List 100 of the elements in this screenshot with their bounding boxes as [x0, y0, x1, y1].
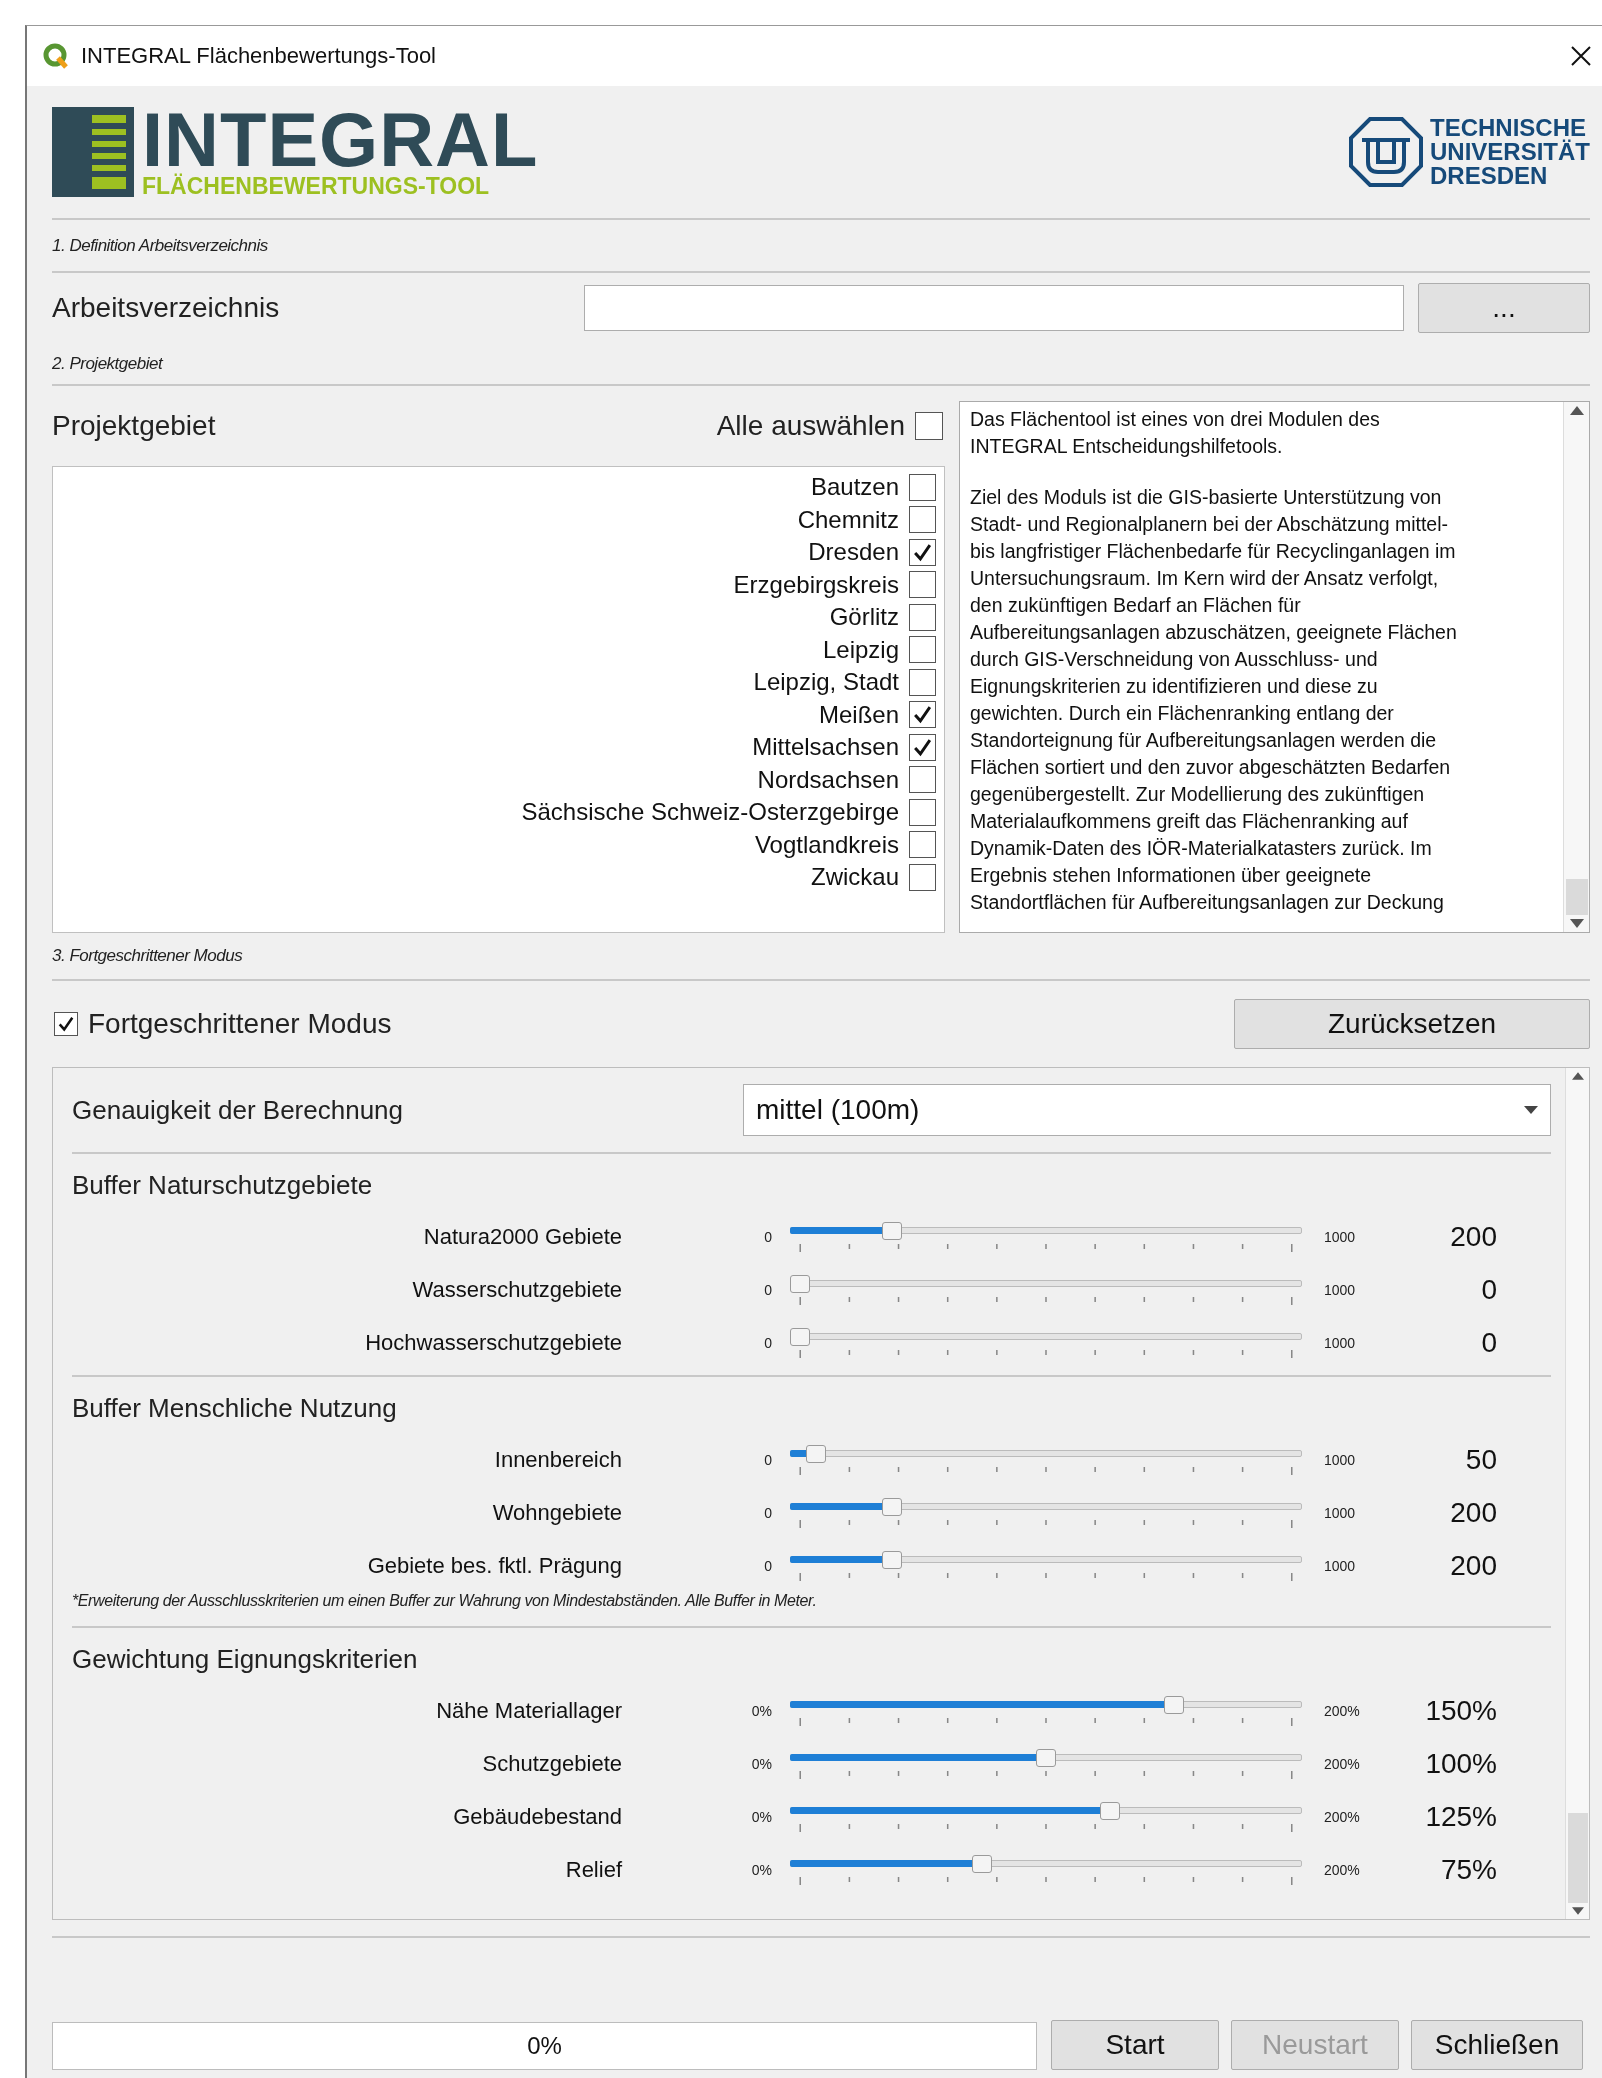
- action-button[interactable]: Start: [1051, 2020, 1219, 2070]
- slider-value: 100%: [1424, 1747, 1497, 1780]
- region-label: Leipzig: [822, 635, 899, 664]
- checkbox[interactable]: [915, 412, 943, 440]
- slider-value: 0: [1480, 1326, 1497, 1359]
- slider[interactable]: [790, 1801, 1302, 1832]
- slider-thumb[interactable]: [1036, 1748, 1056, 1767]
- checkbox[interactable]: [909, 798, 936, 826]
- slider-value: 200: [1449, 1496, 1497, 1529]
- checkbox[interactable]: [909, 636, 936, 664]
- slider-thumb[interactable]: [790, 1274, 810, 1293]
- slider[interactable]: [790, 1695, 1302, 1726]
- checkbox[interactable]: [909, 701, 936, 729]
- region-label: Görlitz: [829, 603, 899, 632]
- checkbox-label: Fortgeschrittener Modus: [88, 1008, 392, 1040]
- region-label: Mittelsachsen: [752, 733, 899, 762]
- slider-thumb[interactable]: [1164, 1695, 1184, 1714]
- checkbox[interactable]: [909, 571, 936, 599]
- checkbox-label: Alle auswählen: [716, 410, 905, 442]
- group-title: Buffer Naturschutzgebiete: [72, 1168, 374, 1202]
- info-paragraph: Das Flächentool ist eines von drei Modulen des INTEGRAL Entscheidungshilfetools.: [970, 407, 1381, 459]
- checkbox[interactable]: [909, 863, 936, 891]
- region-label: Dresden: [808, 538, 899, 567]
- slider-label: Wasserschutzgebiete: [411, 1276, 622, 1303]
- max-label: 200%: [1323, 1808, 1361, 1825]
- checkbox[interactable]: [909, 733, 936, 761]
- scroll-down-icon[interactable]: [1571, 1907, 1584, 1915]
- slider-value: 0: [1480, 1273, 1497, 1306]
- min-label: 0: [763, 1504, 772, 1521]
- scrollbar-thumb[interactable]: [1565, 879, 1588, 915]
- checkbox[interactable]: [909, 538, 936, 566]
- slider[interactable]: [790, 1497, 1302, 1528]
- slider-label: Wohngebiete: [491, 1499, 622, 1526]
- max-label: 1000: [1323, 1228, 1357, 1245]
- path-field[interactable]: [584, 285, 1404, 331]
- min-label: 0: [763, 1451, 772, 1468]
- scroll-up-icon[interactable]: [1571, 1072, 1584, 1080]
- max-label: 1000: [1323, 1281, 1357, 1298]
- checkbox[interactable]: [909, 473, 936, 501]
- window-title: INTEGRAL Flächenbewertungs-Tool: [81, 43, 437, 69]
- section-heading: 2. Projektgebiet: [52, 353, 163, 374]
- slider-label: Hochwasserschutzgebiete: [364, 1329, 622, 1356]
- reset-button[interactable]: Zurücksetzen: [1234, 999, 1590, 1049]
- checkbox[interactable]: [909, 766, 936, 794]
- checkbox[interactable]: [909, 668, 936, 696]
- slider-thumb[interactable]: [790, 1327, 810, 1346]
- region-label: Vogtlandkreis: [754, 830, 899, 859]
- info-paragraph: Ziel des Moduls ist die GIS-basierte Unterstützung von Stadt- und Regionalplanern bei der Abschätzung mittel- bis langfristiger Flächenbedarfe für Recyclinganlagen im Untersuchungsraum. Im Kern wird der Ansatz verfolgt, den zukünftigen Bedarf an Flächen für Aufbereitungsanlagen abzuschätzen, geeignete Flächen durch GIS-Verschneidung von Ausschluss- und Eignungskriterien zu identifizieren und diese zu gewichten. Durch ein Flächenranking entlang der Standorteignung für Aufbereitungsanlagen werden die Flächen sortiert und den zuvor abgeschätzten Bedarfen gegenübergestellt. Zur Modellierung des zukünftigen Materialaufkommens greift das Flächenranking auf Dynamik-Daten des IÖR-Materialkatasters zurück. Im Ergebnis stehen Informationen über geeignete Standortflächen für Aufbereitungsanlagen zur Deckung: [970, 485, 1458, 915]
- slider-label: Schutzgebiete: [481, 1750, 622, 1777]
- max-label: 200%: [1323, 1702, 1361, 1719]
- slider-thumb[interactable]: [805, 1444, 826, 1463]
- field-label: Projektgebiet: [52, 410, 216, 442]
- slider[interactable]: [790, 1444, 1302, 1475]
- slider[interactable]: [790, 1327, 1302, 1358]
- slider[interactable]: [790, 1221, 1302, 1252]
- checkbox[interactable]: [909, 831, 936, 859]
- scroll-up-icon[interactable]: [1569, 406, 1584, 415]
- slider[interactable]: [790, 1854, 1302, 1885]
- slider-label: Natura2000 Gebiete: [422, 1223, 622, 1250]
- slider-thumb[interactable]: [882, 1497, 903, 1516]
- progress-text: 0%: [527, 2032, 562, 2060]
- max-label: 1000: [1323, 1557, 1357, 1574]
- slider-thumb[interactable]: [972, 1854, 992, 1873]
- close-icon[interactable]: [1570, 45, 1592, 67]
- slider-label: Gebiete bes. fktl. Prägung: [366, 1552, 622, 1579]
- browse-button[interactable]: ...: [1418, 283, 1590, 333]
- slider-thumb[interactable]: [882, 1221, 903, 1240]
- slider[interactable]: [790, 1748, 1302, 1779]
- slider-label: Gebäudebestand: [452, 1803, 622, 1830]
- max-label: 1000: [1323, 1334, 1357, 1351]
- section-heading: 1. Definition Arbeitsverzeichnis: [52, 235, 268, 256]
- group-title: Gewichtung Eignungskriterien: [72, 1642, 419, 1676]
- scrollbar-thumb[interactable]: [1567, 1813, 1588, 1903]
- slider-value: 125%: [1424, 1800, 1497, 1833]
- max-label: 200%: [1323, 1861, 1361, 1878]
- min-label: 0%: [750, 1755, 772, 1772]
- min-label: 0%: [750, 1702, 772, 1719]
- accuracy-dropdown[interactable]: mittel (100m): [743, 1084, 1551, 1136]
- slider-label: Nähe Materiallager: [435, 1697, 622, 1724]
- logo-subtitle: FLÄCHENBEWERTUNGS-TOOL: [142, 174, 491, 198]
- slider-thumb[interactable]: [1100, 1801, 1120, 1820]
- university-name: UNIVERSITÄT: [1430, 140, 1590, 164]
- region-label: Chemnitz: [797, 505, 899, 534]
- group-title: Buffer Menschliche Nutzung: [72, 1391, 398, 1425]
- min-label: 0: [763, 1334, 772, 1351]
- slider-thumb[interactable]: [882, 1550, 903, 1569]
- slider-label: Innenbereich: [493, 1446, 622, 1473]
- region-label: Leipzig, Stadt: [753, 668, 899, 697]
- scroll-down-icon[interactable]: [1569, 919, 1584, 928]
- slider[interactable]: [790, 1550, 1302, 1581]
- action-button[interactable]: Schließen: [1411, 2020, 1583, 2070]
- checkbox[interactable]: [909, 506, 936, 534]
- logo-title: INTEGRAL: [142, 106, 539, 174]
- field-label: Arbeitsverzeichnis: [52, 292, 280, 324]
- slider-value: 75%: [1439, 1853, 1497, 1886]
- footnote: *Erweiterung der Ausschlusskriterien um einen Buffer zur Wahrung von Mindestabständen. Alle Buffer in Meter.: [72, 1592, 818, 1611]
- checkbox[interactable]: [909, 603, 936, 631]
- checkbox[interactable]: [54, 1012, 78, 1036]
- slider[interactable]: [790, 1274, 1302, 1305]
- region-label: Nordsachsen: [757, 765, 899, 794]
